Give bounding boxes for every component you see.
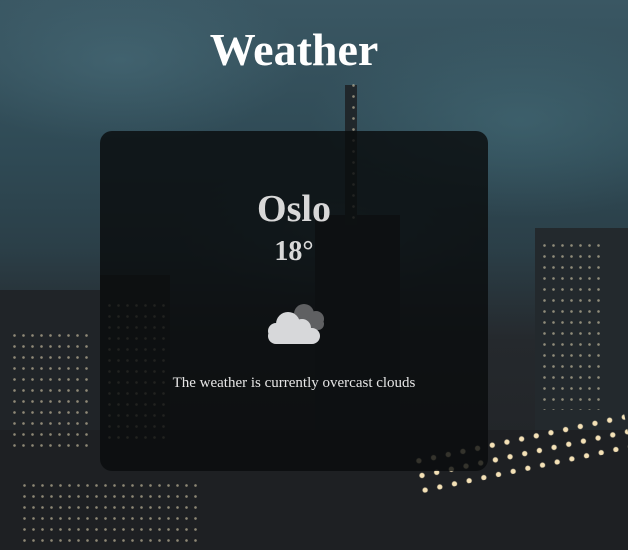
temperature: 18° (274, 236, 314, 267)
weather-card: Oslo 18° The weather is currently overca… (100, 131, 488, 471)
page-title: Weather (209, 24, 379, 75)
foreground-windows (20, 480, 200, 550)
building-windows (540, 240, 600, 410)
overcast-clouds-icon (256, 292, 336, 352)
weather-description: The weather is currently overcast clouds (172, 375, 416, 391)
building-windows (10, 330, 90, 450)
city-name: Oslo (257, 188, 331, 230)
